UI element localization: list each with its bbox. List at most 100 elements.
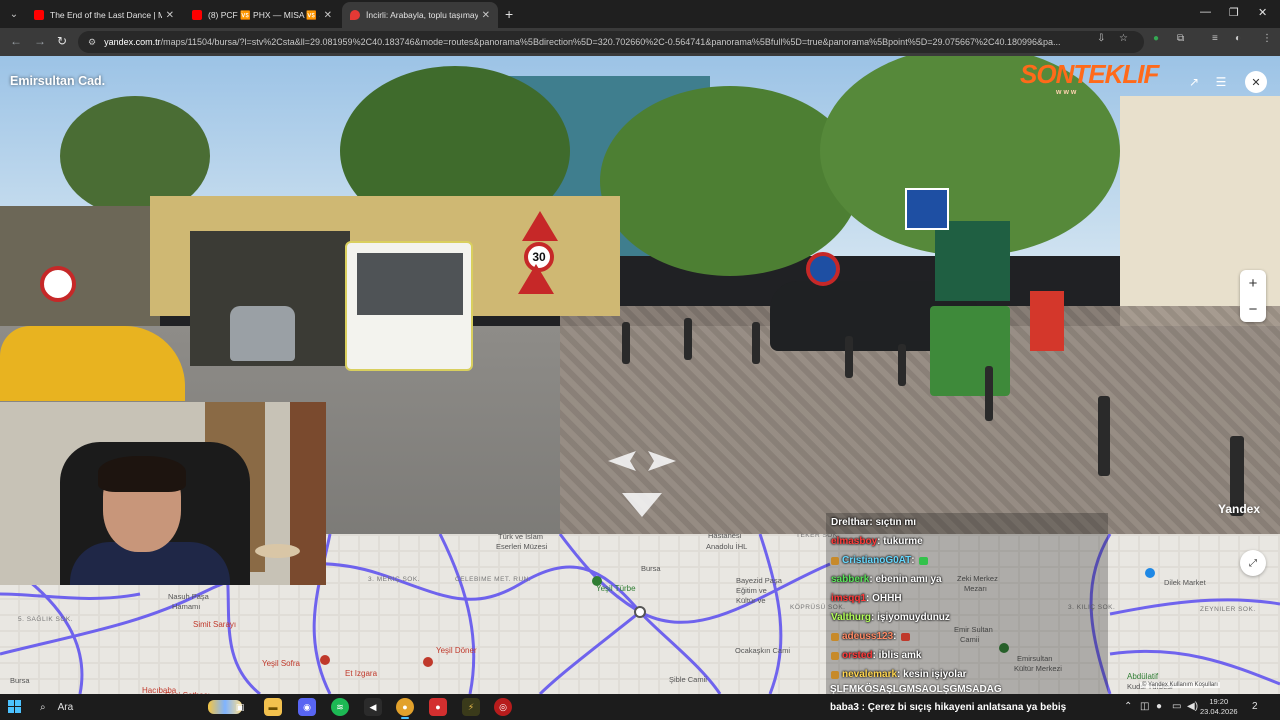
volume-icon[interactable]: ◀) (1187, 701, 1198, 712)
back-icon[interactable]: ← (10, 34, 22, 48)
zoom-control: + − (1240, 270, 1266, 322)
media-controls-icon[interactable]: ≡ (1212, 33, 1218, 44)
chat-username: elmasboy (831, 536, 878, 547)
map-place-label[interactable]: Abdülatif (1127, 672, 1158, 681)
site-info-icon[interactable]: ⚙ (88, 37, 96, 48)
yandex-watermark: Yandex (1218, 502, 1261, 516)
map-place-label[interactable]: Simit Sarayı (193, 620, 236, 629)
tab-close-icon[interactable]: ✕ (482, 10, 490, 21)
chat-username: Drelthar (831, 517, 870, 528)
map-place-label[interactable]: Şible Camii (669, 675, 707, 684)
map-place-label[interactable]: Bursa (641, 564, 661, 573)
microphone-icon[interactable]: ● (1156, 701, 1162, 712)
poi-marker-icon (1145, 568, 1155, 578)
network-icon[interactable]: ▭ (1172, 701, 1181, 712)
new-tab-button[interactable]: + (505, 6, 513, 22)
url-text[interactable]: yandex.com.tr/maps/11504/bursa/?l=stv%2C… (104, 37, 1094, 47)
windows-start-icon[interactable] (8, 700, 22, 714)
chat-badge-icon (831, 651, 839, 660)
restore-icon[interactable]: ❐ (1229, 6, 1239, 19)
map-place-label[interactable]: Yeşil Sofra (262, 659, 300, 668)
zoom-out-button[interactable]: − (1240, 296, 1266, 322)
arrow-left-icon[interactable] (608, 451, 636, 471)
tray-chevron-icon[interactable]: ⌃ (1124, 701, 1132, 712)
map-place-label[interactable]: Kültür ve (736, 596, 766, 605)
app-icon[interactable]: ⚡ (462, 698, 480, 716)
map-place-label[interactable]: Dilek Market (1164, 578, 1206, 587)
zoom-in-button[interactable]: + (1240, 270, 1266, 296)
yandex-maps-favicon-icon (350, 10, 360, 20)
reload-icon[interactable]: ↻ (57, 34, 67, 48)
current-position-marker (634, 606, 646, 618)
panorama-billboard (935, 221, 1010, 301)
chrome-menu-icon[interactable]: ⋮ (1262, 33, 1272, 44)
chat-text: : iblis amk (872, 650, 922, 661)
chrome-icon[interactable]: ● (396, 698, 414, 719)
arrow-right-icon[interactable] (648, 451, 676, 471)
webcam-person-hair (98, 456, 186, 492)
map-place-label[interactable]: Yeşil Döner (436, 646, 477, 655)
bollard (985, 366, 993, 421)
map-place-label[interactable]: Türk ve İslam (498, 534, 543, 541)
browser-tab-1[interactable]: The End of the Last Dance | Mis ✕ (26, 2, 182, 28)
discord-icon[interactable]: ◉ (298, 698, 316, 716)
map-place-label[interactable]: ZEYNILER SOK. (1200, 606, 1256, 613)
chat-text: : tukurme (877, 536, 923, 547)
map-place-label[interactable]: 5. SAĞLIK SOK. (18, 616, 73, 623)
map-credits[interactable]: © Yandex Kullanım Koşulları (1140, 682, 1220, 688)
forward-icon[interactable]: → (34, 34, 46, 48)
map-place-label[interactable]: Yeşil Türbe (596, 584, 636, 593)
chat-username: nevalemark (842, 669, 898, 680)
chat-badge-icon (831, 556, 839, 565)
taskbar-clock[interactable]: 19:20 23.04.2026 (1200, 697, 1238, 717)
obs-icon[interactable]: ● (429, 698, 447, 716)
app-icon[interactable]: ◀ (364, 698, 382, 716)
close-panorama-button[interactable]: ✕ (1245, 71, 1267, 93)
chat-text: : sıçtın mı (869, 517, 917, 528)
stream-chat-overlay: Drelthar : sıçtın mı elmasboy : tukurme Cr… (826, 513, 1108, 694)
task-view-icon[interactable]: ▣ (231, 698, 249, 716)
spotify-icon[interactable]: ≋ (331, 698, 349, 716)
map-place-label[interactable]: Bursa (10, 676, 30, 685)
webcam-stool (255, 544, 300, 558)
bookmark-star-icon[interactable]: ☆ (1119, 33, 1128, 44)
chat-badge-icon (831, 632, 839, 641)
browser-tab-2[interactable]: (8) PCF 🆚 PHX — MISA 🆚 SU ✕ (184, 2, 340, 28)
map-place-label[interactable]: Et Izgara (345, 669, 377, 678)
expand-map-icon[interactable]: ⤢ (1240, 550, 1266, 576)
browser-tab-3-active[interactable]: İncirli: Arabayla, toplu taşımayla ✕ (342, 2, 498, 28)
map-place-label[interactable]: Eğitim ve (736, 586, 767, 595)
tab-close-icon[interactable]: ✕ (324, 10, 332, 21)
chat-text: : (911, 555, 915, 566)
minimize-icon[interactable]: — (1200, 6, 1211, 18)
install-app-icon[interactable]: ⇩ (1097, 33, 1105, 44)
address-bar[interactable]: ⚙ yandex.com.tr/maps/11504/bursa/?l=stv%… (78, 31, 1144, 53)
arrow-back-icon[interactable] (622, 493, 662, 517)
panorama-menu-icon[interactable]: ☰ (1210, 71, 1232, 93)
open-external-icon[interactable]: ↗ (1183, 71, 1205, 93)
notification-badge[interactable]: 2 (1252, 701, 1258, 712)
tab-close-icon[interactable]: ✕ (166, 10, 174, 21)
extension-shield-icon[interactable]: ● (1153, 33, 1159, 44)
map-place-label[interactable]: 3. MERIÇ SOK. (368, 576, 420, 583)
app-icon[interactable]: ◎ (494, 698, 512, 716)
extensions-puzzle-icon[interactable]: ⧉ (1177, 33, 1184, 44)
chat-username: sabberk (831, 574, 870, 585)
map-place-label[interactable]: CELEBIME MET. RUN. (455, 576, 531, 583)
tab-search-icon[interactable]: ⌄ (4, 4, 24, 24)
map-place-label[interactable]: Hamamı (172, 602, 200, 611)
file-explorer-icon[interactable]: ▬ (264, 698, 282, 716)
map-place-label[interactable]: Eserleri Müzesi (496, 542, 547, 551)
taskbar-search[interactable]: ⌕ Ara (32, 696, 242, 718)
panorama-trash-bin (930, 306, 1010, 396)
tray-app-icon[interactable]: ◫ (1140, 701, 1149, 712)
profile-avatar-icon[interactable]: ◐ (1235, 33, 1241, 44)
map-place-label[interactable]: Ocakaşkın Cami (735, 646, 790, 655)
panorama-navigation-arrows[interactable] (600, 441, 684, 521)
map-place-label[interactable]: Anadolu İHL (706, 542, 747, 551)
map-place-label[interactable]: Bayezid Paşa (736, 576, 782, 585)
map-place-label[interactable]: Hastanesi (708, 534, 741, 540)
tab-title: The End of the Last Dance | Mis (50, 10, 162, 20)
map-place-label[interactable]: Nasuh Paşa (168, 592, 209, 601)
window-close-icon[interactable]: ✕ (1258, 6, 1267, 19)
